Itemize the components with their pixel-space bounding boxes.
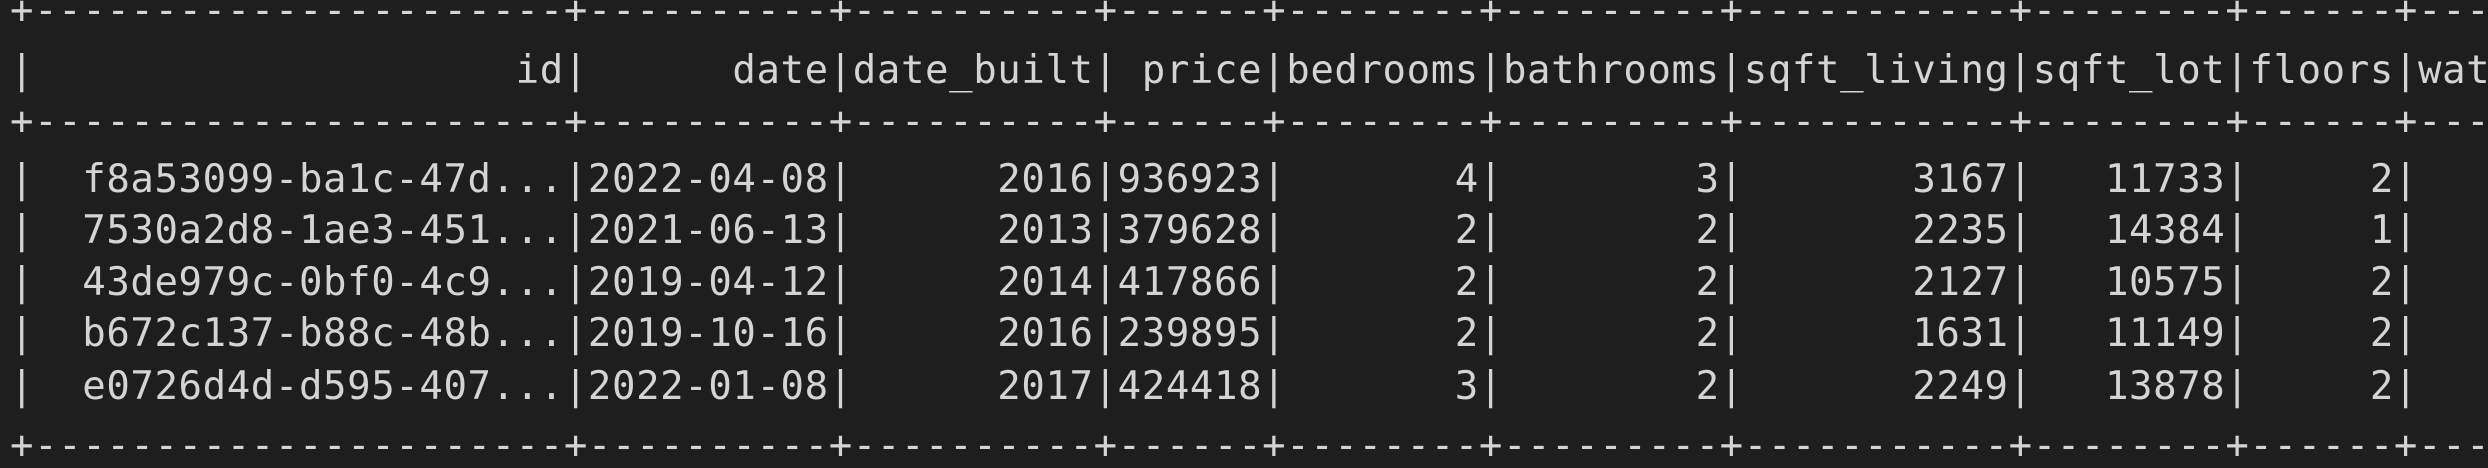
table-row: | e0726d4d-d595-407...|2022-01-08| 2017|…	[10, 364, 2418, 409]
table-header-row: | id| date|date_built| price|bedrooms|ba…	[10, 48, 2488, 93]
table-border-top: +----------------------+----------+-----…	[10, 0, 2488, 33]
table-border-bottom: +----------------------+----------+-----…	[10, 423, 2488, 468]
table-row: | b672c137-b88c-48b...|2019-10-16| 2016|…	[10, 311, 2418, 356]
terminal-window[interactable]: +----------------------+----------+-----…	[0, 0, 2488, 468]
table-row: | 43de979c-0bf0-4c9...|2019-04-12| 2014|…	[10, 260, 2418, 305]
table-border-header: +----------------------+----------+-----…	[10, 99, 2488, 144]
table-row: | 7530a2d8-1ae3-451...|2021-06-13| 2013|…	[10, 208, 2418, 253]
table-row: | f8a53099-ba1c-47d...|2022-04-08| 2016|…	[10, 157, 2418, 202]
